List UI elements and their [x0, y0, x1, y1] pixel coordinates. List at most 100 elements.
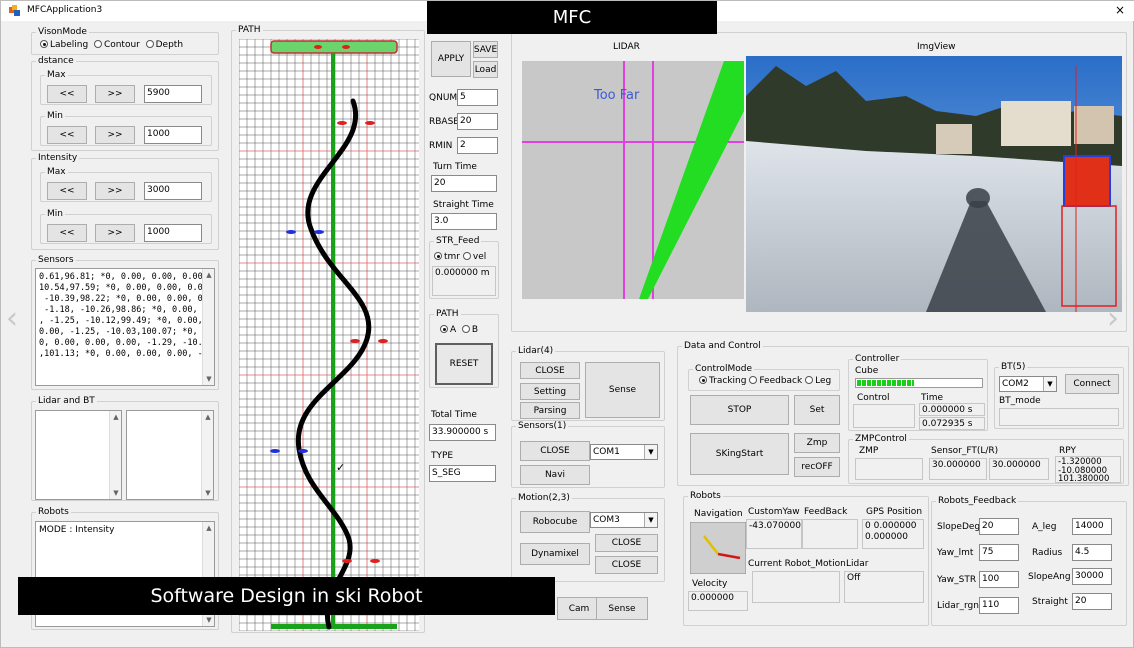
radio-contour[interactable]: Contour	[93, 40, 140, 50]
save-button[interactable]: SAVE	[473, 41, 498, 58]
radio-vel[interactable]: vel	[462, 252, 486, 262]
sensors-log[interactable]: 0.61,96.81; *0, 0.00, 0.00, 0.00, -1.0 1…	[35, 268, 215, 386]
close-icon[interactable]: ×	[1115, 3, 1125, 17]
turn-time-label: Turn Time	[433, 162, 477, 172]
bt-list[interactable]: ▲ ▼	[126, 410, 214, 500]
radio-feedback[interactable]: Feedback	[749, 376, 802, 386]
sensors-close-button[interactable]: CLOSE	[520, 441, 590, 461]
distance-min-inc-button[interactable]: >>	[95, 126, 135, 144]
gps-position-value: 0 0.000000 0.000000	[862, 519, 924, 549]
motion-close-button-1[interactable]: CLOSE	[595, 534, 658, 552]
set-button[interactable]: Set	[794, 395, 840, 425]
rbase-input[interactable]: 20	[457, 113, 498, 130]
reset-button[interactable]: RESET	[435, 343, 493, 385]
apply-button[interactable]: APPLY	[431, 41, 471, 77]
lidar-rgn-label: Lidar_rgn	[937, 601, 979, 611]
path-marker-check: ✓	[336, 461, 345, 474]
lidar-close-button[interactable]: CLOSE	[520, 362, 580, 379]
slope-ang-input[interactable]: 30000	[1072, 568, 1112, 585]
motion-port-select[interactable]: COM3 ▼	[590, 512, 658, 528]
intensity-group: Intensity Max << >> 3000 Min << >> 1000	[31, 153, 219, 250]
control-label: Control	[857, 393, 890, 403]
custom-yaw-label: CustomYaw	[748, 507, 800, 517]
lidar-setting-button[interactable]: Setting	[520, 383, 580, 400]
stop-button[interactable]: STOP	[690, 395, 789, 425]
distance-min-dec-button[interactable]: <<	[47, 126, 87, 144]
sensor-ft-label: Sensor_FT(L/R)	[931, 446, 999, 456]
intensity-min-input[interactable]: 1000	[144, 224, 202, 242]
nav-right-arrow-icon[interactable]: ›	[1107, 301, 1119, 336]
slope-deg-label: SlopeDeg	[937, 522, 981, 532]
straight-time-input[interactable]: 3.0	[431, 213, 497, 230]
cam-sense-button[interactable]: Sense	[596, 597, 648, 620]
video-caption: Software Design in ski Robot	[18, 577, 555, 615]
straight-label: Straight	[1032, 597, 1068, 607]
a-leg-input[interactable]: 14000	[1072, 518, 1112, 535]
turn-time-input[interactable]: 20	[431, 175, 497, 192]
nav-left-arrow-icon[interactable]: ‹	[6, 301, 18, 336]
zmp-button[interactable]: Zmp	[794, 433, 840, 453]
load-button[interactable]: Load	[473, 61, 498, 78]
lidar-group-label: Lidar(4)	[516, 346, 556, 357]
time-value-1: 0.000000 s	[919, 403, 985, 416]
motion-close-button-2[interactable]: CLOSE	[595, 556, 658, 574]
lidar-sense-button[interactable]: Sense	[585, 362, 660, 418]
intensity-min-inc-button[interactable]: >>	[95, 224, 135, 242]
distance-min-input[interactable]: 1000	[144, 126, 202, 144]
bt-connect-button[interactable]: Connect	[1065, 374, 1119, 394]
lidar-rgn-input[interactable]: 110	[979, 597, 1019, 614]
cam-button[interactable]: Cam	[557, 597, 601, 620]
navi-button[interactable]: Navi	[520, 465, 590, 485]
intensity-max-input[interactable]: 3000	[144, 182, 202, 200]
rmin-input[interactable]: 2	[457, 137, 498, 154]
bt-port-select[interactable]: COM2 ▼	[999, 376, 1057, 392]
yaw-lmt-input[interactable]: 75	[979, 544, 1019, 561]
gps-position-label: GPS Position	[866, 507, 923, 517]
dynamixel-button[interactable]: Dynamixel	[520, 543, 590, 565]
radio-tracking[interactable]: Tracking	[699, 376, 746, 386]
sensors-port-select[interactable]: COM1 ▼	[590, 444, 658, 460]
lidar-bt-label: Lidar and BT	[36, 396, 97, 407]
lidar-view: Too Far	[522, 61, 744, 299]
bt-mode-value	[999, 408, 1119, 426]
intensity-min-dec-button[interactable]: <<	[47, 224, 87, 242]
type-input[interactable]: S_SEG	[429, 465, 496, 482]
robocube-button[interactable]: Robocube	[520, 511, 590, 533]
lidar-status-value: Off	[844, 571, 924, 603]
distance-max-dec-button[interactable]: <<	[47, 85, 87, 103]
distance-max-input[interactable]: 5900	[144, 85, 202, 103]
intensity-max-group: Max << >> 3000	[40, 167, 212, 202]
radius-input[interactable]: 4.5	[1072, 544, 1112, 561]
total-time-input[interactable]: 33.900000 s	[429, 424, 496, 441]
yaw-str-input[interactable]: 100	[979, 571, 1019, 588]
robots-mode-text: MODE : Intensity	[39, 525, 115, 535]
str-feed-value: 0.000000 m	[432, 266, 496, 296]
sensors-label: Sensors	[36, 255, 76, 266]
radio-depth[interactable]: Depth	[145, 40, 183, 50]
radio-tmr[interactable]: tmr	[434, 252, 460, 262]
bt-mode-label: BT_mode	[999, 396, 1041, 406]
intensity-max-inc-button[interactable]: >>	[95, 182, 135, 200]
lidar-parsing-button[interactable]: Parsing	[520, 402, 580, 419]
radio-leg[interactable]: Leg	[805, 376, 831, 386]
path-group: PATH ✓	[231, 25, 425, 633]
sensors-scrollbar[interactable]: ▲ ▼	[202, 269, 214, 385]
distance-max-inc-button[interactable]: >>	[95, 85, 135, 103]
radio-labeling[interactable]: Labeling	[40, 40, 88, 50]
chevron-down-icon: ▼	[1043, 377, 1056, 391]
lidar-bt-group: Lidar and BT ▲ ▼ ▲ ▼	[31, 396, 219, 501]
bt-list-scrollbar[interactable]: ▲ ▼	[201, 411, 213, 499]
lidar-list-scrollbar[interactable]: ▲ ▼	[109, 411, 121, 499]
top-banner: MFC	[427, 1, 717, 34]
feedback-label: FeedBack	[804, 507, 848, 517]
slope-deg-input[interactable]: 20	[979, 518, 1019, 535]
skiing-start-button[interactable]: SKingStart	[690, 433, 789, 475]
zmp-control-label: ZMPControl	[853, 434, 909, 445]
radio-path-b[interactable]: B	[461, 325, 478, 335]
intensity-max-dec-button[interactable]: <<	[47, 182, 87, 200]
straight-input[interactable]: 20	[1072, 593, 1112, 610]
rec-off-button[interactable]: recOFF	[794, 457, 840, 477]
qnum-input[interactable]: 5	[457, 89, 498, 106]
lidar-list[interactable]: ▲ ▼	[35, 410, 122, 500]
radio-path-a[interactable]: A	[440, 325, 456, 335]
